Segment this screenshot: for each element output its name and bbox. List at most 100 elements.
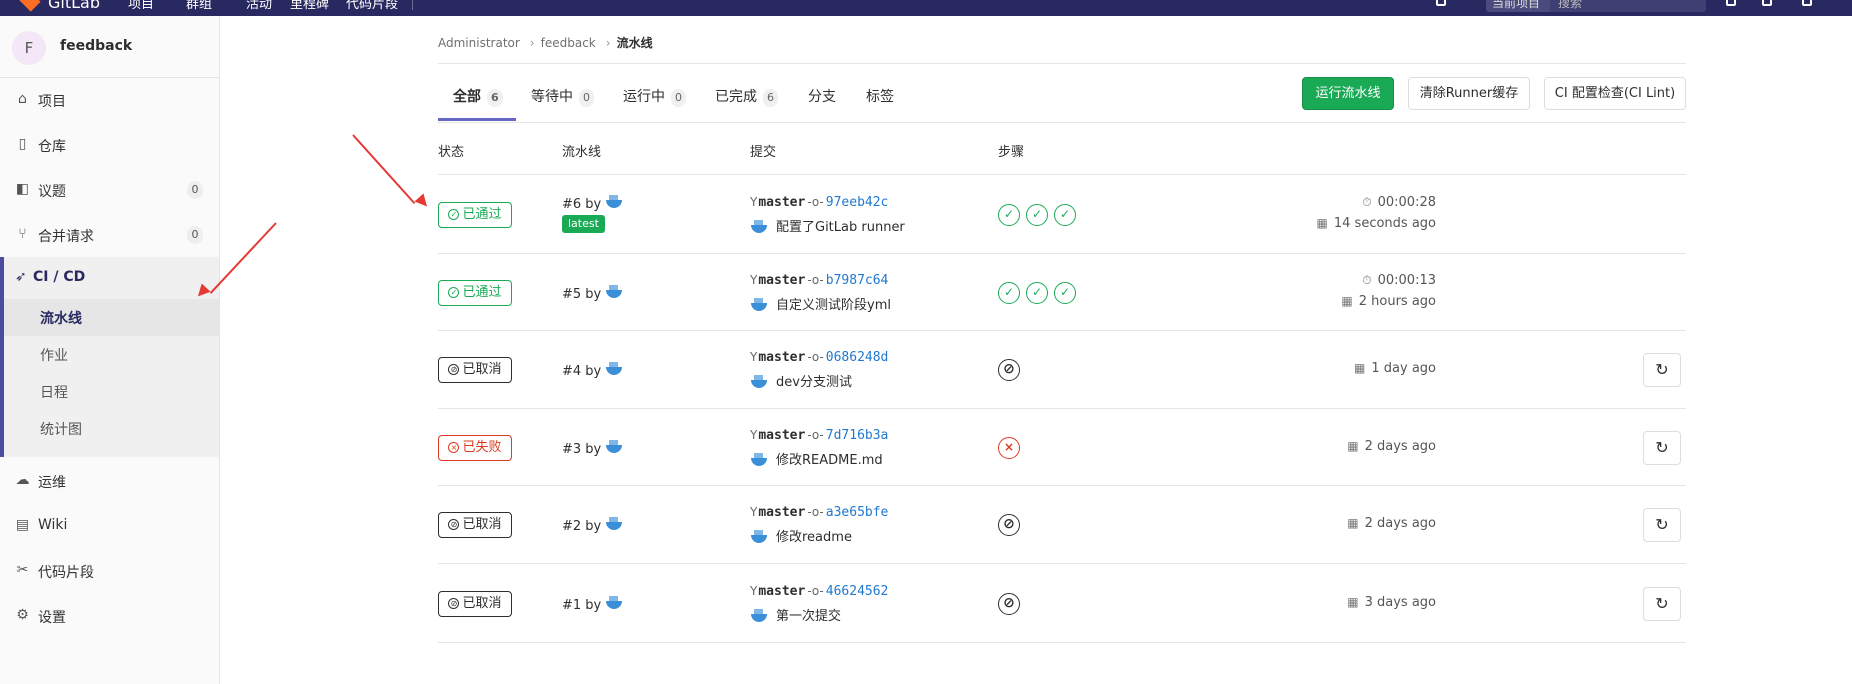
branch-name[interactable]: master [758,195,805,210]
user-avatar[interactable] [605,516,623,530]
branch-icon: Y [750,194,758,209]
author-avatar[interactable] [750,529,768,543]
status-badge[interactable]: ✓ 已通过 [438,279,512,306]
sidebar-item-merge-requests[interactable]: ⑂ 合并请求 0 [0,213,219,257]
tab-running[interactable]: 运行中 0 [623,86,686,107]
branch-name[interactable]: master [758,428,805,443]
search-input[interactable]: 搜索 [1550,0,1706,12]
status-badge[interactable]: × 已失败 [438,434,512,461]
tab-branches[interactable]: 分支 [808,86,836,106]
user-avatar[interactable] [605,595,623,609]
sidebar-sub-jobs[interactable]: 作业 [4,336,219,373]
commit-title-link[interactable]: 修改readme [776,530,852,545]
nav-activity[interactable]: 活动 [246,0,272,12]
commit-title-link[interactable]: 配置了GitLab runner [776,220,905,235]
project-header[interactable]: F feedback [0,16,219,78]
sidebar-item-settings[interactable]: ⚙ 设置 [0,594,219,638]
nav-milestones[interactable]: 里程碑 [290,0,329,12]
tab-pending[interactable]: 等待中 0 [531,86,594,107]
user-avatar[interactable] [605,361,623,375]
author-avatar[interactable] [750,608,768,622]
user-avatar[interactable] [605,194,623,208]
stage-passed-icon[interactable]: ✓ [1054,281,1076,304]
sidebar-item-wiki[interactable]: ▤ Wiki [0,504,219,548]
search-scope[interactable]: 当前项目 [1486,0,1550,12]
stage-canceled-icon[interactable]: ⊘ [998,359,1020,381]
stage-passed-icon[interactable]: ✓ [998,281,1020,304]
commit-title-link[interactable]: 修改README.md [776,453,883,468]
breadcrumb-project[interactable]: feedback [541,36,596,50]
pipeline-id[interactable]: #1 by [562,595,623,613]
nav-projects[interactable]: 项目 [128,0,154,12]
status-badge[interactable]: ✓ 已通过 [438,201,512,228]
stage-canceled-icon[interactable]: ⊘ [998,592,1020,615]
run-pipeline-button[interactable]: 运行流水线 [1302,77,1394,110]
branch-name[interactable]: master [758,505,805,520]
commit-title-link[interactable]: dev分支测试 [776,375,852,390]
ci-lint-button[interactable]: CI 配置检查(CI Lint) [1544,77,1686,110]
retry-button[interactable]: ↻ [1643,586,1681,621]
project-name[interactable]: feedback [60,38,132,54]
pipeline-id[interactable]: #4 by [562,361,623,379]
sidebar-item-operations[interactable]: ☁ 运维 [0,459,219,503]
new-item-icon[interactable] [1436,0,1446,6]
commit-sha-link[interactable]: 0686248d [826,350,889,365]
clear-runner-cache-button[interactable]: 清除Runner缓存 [1408,77,1530,110]
stage-canceled-icon[interactable]: ⊘ [998,514,1020,536]
stage-passed-icon[interactable]: ✓ [998,203,1020,226]
brand-name[interactable]: GitLab [48,0,100,12]
commit-sha-link[interactable]: b7987c64 [826,273,889,288]
breadcrumb-admin[interactable]: Administrator [438,36,520,50]
stage-passed-icon[interactable]: ✓ [1026,281,1048,304]
user-avatar[interactable] [605,284,623,298]
merge-requests-icon[interactable] [1726,0,1736,6]
commit-sha-link[interactable]: 46624562 [826,584,889,599]
commit-title-link[interactable]: 自定义测试阶段yml [776,298,891,313]
gitlab-logo-icon[interactable] [19,0,41,12]
stage-failed-icon[interactable]: × [998,436,1020,459]
sidebar-sub-charts[interactable]: 统计图 [4,410,219,447]
commit-sha-link[interactable]: a3e65bfe [826,505,889,520]
branch-name[interactable]: master [758,584,805,599]
retry-button[interactable]: ↻ [1643,508,1681,542]
user-avatar[interactable] [605,439,623,453]
status-badge[interactable]: ⊘ 已取消 [438,357,512,383]
sidebar-item-snippets[interactable]: ✂ 代码片段 [0,549,219,593]
retry-icon: ↻ [1655,360,1669,379]
user-menu-icon[interactable] [1802,0,1812,6]
author-avatar[interactable] [750,297,768,311]
status-badge[interactable]: ⊘ 已取消 [438,590,512,617]
branch-name[interactable]: master [758,273,805,288]
stage-passed-icon[interactable]: ✓ [1026,203,1048,226]
tab-tags[interactable]: 标签 [866,86,894,106]
retry-button[interactable]: ↻ [1643,353,1681,387]
commit-sha-link[interactable]: 97eeb42c [826,195,889,210]
sidebar-item-repository[interactable]: ▯ 仓库 [0,123,219,167]
todos-icon[interactable] [1762,0,1772,6]
stage-passed-icon[interactable]: ✓ [1054,203,1076,226]
commit-title-link[interactable]: 第一次提交 [776,609,841,624]
commit-sha-link[interactable]: 7d716b3a [826,428,889,443]
author-avatar[interactable] [750,452,768,466]
sidebar-item-cicd[interactable]: ➶ CI / CD [15,269,85,285]
tab-finished[interactable]: 已完成 6 [715,86,778,107]
pipeline-id[interactable]: #6 by [562,194,623,212]
pipeline-id[interactable]: #5 by [562,284,623,302]
sidebar-item-project[interactable]: ⌂ 项目 [0,78,219,122]
sidebar-sub-schedules[interactable]: 日程 [4,373,219,410]
nav-groups[interactable]: 群组 [186,0,212,12]
author-avatar[interactable] [750,219,768,233]
retry-button[interactable]: ↻ [1643,430,1681,465]
tab-all[interactable]: 全部 6 [453,86,503,107]
branch-name[interactable]: master [758,350,805,365]
pipeline-id[interactable]: #2 by [562,516,623,534]
author-avatar[interactable] [750,374,768,388]
pipeline-id[interactable]: #3 by [562,439,623,457]
rocket-icon: ➶ [15,269,27,285]
sidebar-sub-pipelines[interactable]: 流水线 [4,299,219,336]
nav-snippets[interactable]: 代码片段 [346,0,398,12]
table-row: × 已失败 #3 by Ymaster -o- 7d716b3a 修改README.md ×… [438,409,1686,486]
status-badge[interactable]: ⊘ 已取消 [438,512,512,538]
commit-message: 第一次提交 [750,605,841,624]
sidebar-item-issues[interactable]: ◧ 议题 0 [0,168,219,212]
